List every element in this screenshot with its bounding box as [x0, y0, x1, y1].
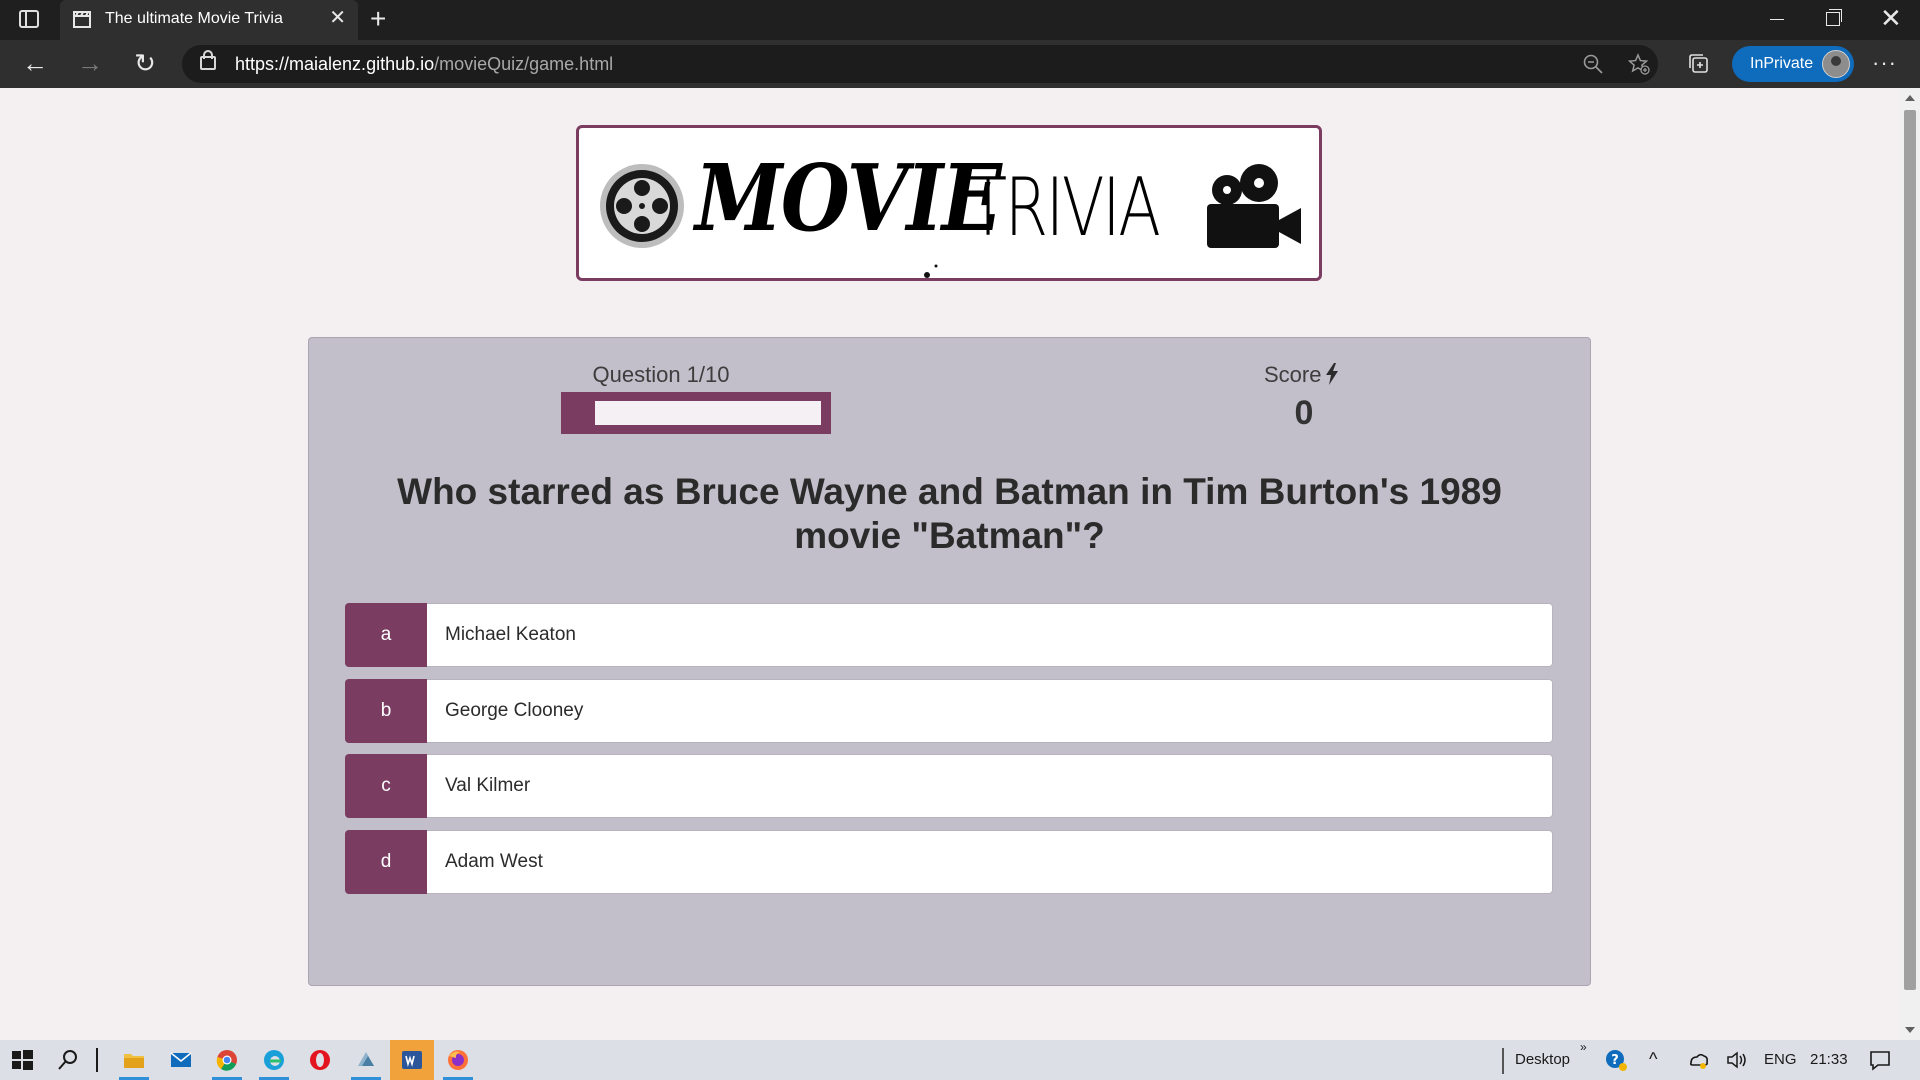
logo-trivia-text: TRIVIA — [969, 161, 1161, 254]
volume-icon[interactable] — [1725, 1048, 1749, 1072]
option-letter: d — [345, 830, 427, 894]
forward-icon[interactable]: → — [76, 50, 104, 78]
new-tab-icon[interactable]: + — [370, 4, 386, 34]
zoom-out-icon[interactable] — [1582, 53, 1604, 75]
word-app-highlight[interactable] — [390, 1040, 434, 1080]
tab-actions-icon[interactable] — [19, 10, 39, 28]
clock[interactable]: 21:33 — [1810, 1051, 1848, 1068]
option-text: Michael Keaton — [445, 624, 576, 645]
chevron-up-icon[interactable]: ^ — [1649, 1049, 1657, 1070]
back-icon[interactable]: ← — [21, 50, 49, 78]
scroll-down-icon[interactable] — [1905, 1027, 1915, 1033]
collections-icon[interactable] — [1688, 53, 1710, 75]
question-text: Who starred as Bruce Wayne and Batman in… — [397, 471, 1502, 556]
progress-bar-track — [595, 401, 821, 425]
chrome-icon[interactable] — [215, 1048, 239, 1072]
app-icon[interactable] — [354, 1048, 378, 1072]
search-icon[interactable] — [56, 1048, 80, 1072]
minimize-icon[interactable] — [1770, 19, 1784, 20]
logo-movie-text: MOVIE — [695, 144, 1002, 252]
answer-option-a[interactable]: a Michael Keaton — [345, 603, 1553, 667]
add-favorite-icon[interactable] — [1628, 53, 1650, 75]
address-bar[interactable]: https://maialenz.github.io/movieQuiz/gam… — [182, 45, 1658, 83]
close-tab-icon[interactable]: ✕ — [329, 8, 346, 28]
option-text: Adam West — [445, 851, 543, 872]
score-label: Score — [1264, 362, 1339, 388]
clapperboard-icon — [73, 11, 91, 28]
notifications-icon[interactable] — [1868, 1048, 1892, 1072]
desktop-toolbar-label[interactable]: Desktop — [1515, 1051, 1570, 1068]
refresh-icon[interactable]: ↻ — [131, 50, 159, 78]
film-reel-icon — [600, 164, 684, 248]
option-letter: b — [345, 679, 427, 743]
lightning-icon — [1326, 363, 1339, 385]
chevron-double-right-icon[interactable]: » — [1580, 1040, 1587, 1054]
lock-icon[interactable] — [200, 50, 216, 70]
file-explorer-icon[interactable] — [122, 1048, 146, 1072]
game-panel: Question 1/10 Score 0 Who starred as Bru… — [308, 337, 1591, 986]
option-text: Val Kilmer — [445, 775, 531, 796]
answer-option-c[interactable]: c Val Kilmer — [345, 754, 1553, 818]
scroll-up-icon[interactable] — [1905, 95, 1915, 101]
edge-icon[interactable] — [262, 1048, 286, 1072]
movie-trivia-logo: MOVIE TRIVIA — [576, 125, 1322, 281]
active-tab[interactable]: The ultimate Movie Trivia ✕ — [60, 0, 358, 40]
opera-icon[interactable] — [308, 1048, 332, 1072]
answer-option-d[interactable]: d Adam West — [345, 830, 1553, 894]
inprivate-label: InPrivate — [1750, 55, 1814, 72]
network-icon[interactable] — [1686, 1048, 1710, 1072]
word-icon — [402, 1051, 422, 1069]
scrollbar[interactable] — [1900, 88, 1920, 1040]
option-letter: c — [345, 754, 427, 818]
mail-icon[interactable] — [169, 1048, 193, 1072]
svg-text:?: ? — [1611, 1053, 1619, 1068]
windows-taskbar: Desktop » ? ^ ENG 21:33 — [0, 1040, 1920, 1080]
url-text[interactable]: https://maialenz.github.io/movieQuiz/gam… — [235, 54, 613, 75]
taskbar-divider — [1502, 1048, 1504, 1074]
windows-start-icon[interactable] — [10, 1048, 34, 1072]
avatar — [1822, 50, 1850, 78]
scrollbar-thumb[interactable] — [1904, 110, 1916, 990]
language-indicator[interactable]: ENG — [1764, 1051, 1797, 1068]
score-value: 0 — [1294, 394, 1314, 432]
more-options-icon[interactable]: ··· — [1872, 50, 1897, 76]
progress-bar — [561, 392, 831, 434]
tab-bar: The ultimate Movie Trivia ✕ + ✕ — [0, 0, 1920, 40]
option-text: George Clooney — [445, 700, 584, 721]
tab-title: The ultimate Movie Trivia — [105, 10, 283, 27]
inprivate-button[interactable]: InPrivate — [1732, 46, 1854, 82]
window-close-icon[interactable]: ✕ — [1880, 3, 1902, 33]
firefox-icon[interactable] — [446, 1048, 470, 1072]
restore-icon[interactable] — [1826, 9, 1842, 26]
movie-camera-icon — [1207, 164, 1301, 248]
help-icon[interactable]: ? — [1604, 1048, 1628, 1072]
navigation-bar: ← → ↻ https://maialenz.github.io/movieQu… — [0, 40, 1920, 88]
taskbar-divider — [96, 1048, 98, 1072]
answer-option-b[interactable]: b George Clooney — [345, 679, 1553, 743]
question-counter: Question 1/10 — [592, 362, 730, 387]
option-letter: a — [345, 603, 427, 667]
